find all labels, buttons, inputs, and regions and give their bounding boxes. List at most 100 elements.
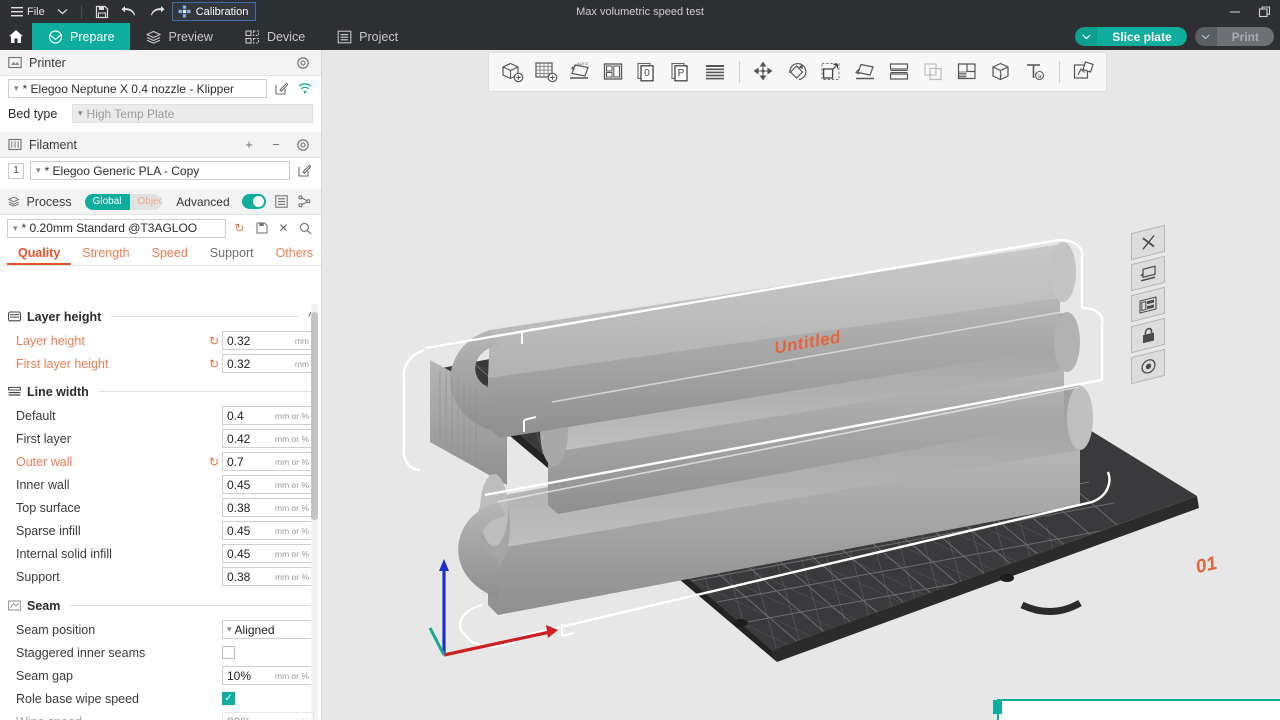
filament-preset-select[interactable]: ▾ * Elegoo Generic PLA - Copy — [30, 161, 290, 180]
reset-param-icon[interactable]: ↻ — [206, 357, 222, 371]
bottom-right-panel[interactable] — [997, 699, 1280, 720]
cut-icon[interactable] — [883, 55, 916, 89]
scope-objects-pill[interactable]: Objects — [130, 194, 163, 210]
scope-global-pill[interactable]: Global — [85, 194, 130, 210]
add-object-icon[interactable] — [495, 55, 528, 89]
mesh-boolean-icon[interactable] — [985, 55, 1018, 89]
slice-options-chevron[interactable] — [1075, 27, 1097, 46]
param-input[interactable]: 0.38 mm or % — [222, 498, 314, 517]
add-filament-button[interactable]: + — [239, 137, 259, 152]
calibration-button[interactable]: Calibration — [172, 2, 257, 21]
print-button[interactable]: Print — [1195, 27, 1274, 46]
reset-param-icon[interactable]: ↻ — [206, 334, 222, 348]
seam-paint-icon[interactable] — [951, 55, 984, 89]
prepare-icon — [48, 30, 63, 44]
slice-plate-button[interactable]: Slice plate — [1075, 27, 1186, 46]
bed-type-select[interactable]: ▾ High Temp Plate — [72, 104, 313, 123]
param-input[interactable]: 0.45 mm or % — [222, 544, 314, 563]
advanced-toggle[interactable] — [242, 194, 267, 209]
move-icon[interactable] — [747, 55, 780, 89]
file-menu-chevron-button[interactable] — [52, 1, 73, 22]
delete-plate-icon[interactable] — [1131, 225, 1165, 260]
scale-icon[interactable] — [815, 55, 848, 89]
tab-device[interactable]: Device — [229, 23, 321, 50]
plate-settings-list-icon[interactable] — [1131, 287, 1165, 322]
preset-diff-button[interactable] — [297, 195, 313, 208]
param-input[interactable]: 0.4 mm or % — [222, 406, 314, 425]
file-menu-button[interactable]: File — [6, 1, 50, 22]
tab-speed[interactable]: Speed — [141, 243, 199, 265]
support-paint-icon[interactable] — [917, 55, 950, 89]
param-input[interactable]: 0.45 mm or % — [222, 521, 314, 540]
reset-preset-button[interactable]: ↻ — [231, 221, 248, 235]
save-preset-button[interactable] — [253, 222, 270, 234]
tab-strength[interactable]: Strength — [71, 243, 140, 265]
save-button[interactable] — [90, 1, 114, 22]
role-base-wipe-speed-checkbox[interactable]: ✓ — [222, 692, 235, 705]
process-scope-toggle[interactable]: Global Objects — [85, 194, 163, 210]
3d-viewport[interactable]: ELEGOO — [322, 50, 1280, 720]
orient-p-icon[interactable]: P — [665, 55, 698, 89]
add-plate-icon[interactable] — [529, 55, 562, 89]
reset-param-icon[interactable]: ↻ — [206, 455, 222, 469]
undo-button[interactable] — [116, 1, 142, 22]
restore-button[interactable] — [1250, 0, 1280, 23]
param-label: Sparse infill — [16, 524, 206, 538]
tab-project[interactable]: Project — [321, 23, 414, 50]
staggered-inner-seams-checkbox[interactable] — [222, 646, 235, 659]
home-button[interactable] — [0, 23, 32, 50]
param-input[interactable]: 0.42 mm or % — [222, 429, 314, 448]
panel-handle[interactable] — [993, 700, 1002, 714]
print-options-chevron[interactable] — [1195, 27, 1217, 46]
3d-scene[interactable]: ELEGOO — [322, 50, 1280, 720]
delete-preset-button[interactable]: ✕ — [275, 221, 292, 235]
param-value: 0.4 — [227, 409, 275, 423]
search-settings-button[interactable] — [297, 222, 314, 235]
param-value: 0.38 — [227, 570, 275, 584]
printer-settings-gear-button[interactable] — [293, 56, 313, 70]
place-on-face-icon[interactable] — [849, 55, 882, 89]
parameters-scrollbar[interactable] — [311, 312, 318, 520]
edit-filament-icon[interactable] — [296, 164, 313, 177]
minimize-button[interactable] — [1220, 0, 1250, 23]
printer-preset-select[interactable]: ▾ * Elegoo Neptune X 0.4 nozzle - Klippe… — [8, 79, 267, 98]
param-input[interactable]: 10% mm or % — [222, 666, 314, 685]
param-input[interactable]: 0.7 mm or % — [222, 452, 314, 471]
tab-support[interactable]: Support — [199, 243, 265, 265]
remove-filament-button[interactable]: − — [266, 137, 286, 152]
layers-icon[interactable] — [699, 55, 732, 89]
tab-others[interactable]: Others — [265, 243, 325, 265]
slice-plate-label: Slice plate — [1097, 27, 1186, 46]
param-label: Layer height — [16, 334, 206, 348]
param-input[interactable]: 0.32 mm — [222, 331, 314, 350]
param-input[interactable]: 0.38 mm or % — [222, 567, 314, 586]
text-tool-icon[interactable]: a — [1019, 55, 1052, 89]
auto-arrange-icon[interactable]: AUTO — [563, 55, 596, 89]
param-row-wipe-speed: Wipe speed 80% mm or % — [0, 710, 322, 720]
edit-printer-icon[interactable] — [273, 82, 290, 95]
filament-icon — [8, 138, 22, 151]
param-input[interactable]: 0.45 mm or % — [222, 475, 314, 494]
group-layer-height-title: Layer height — [27, 310, 101, 324]
lock-plate-icon[interactable] — [1131, 318, 1165, 353]
redo-button[interactable] — [144, 1, 170, 22]
assembly-icon[interactable] — [1067, 55, 1100, 89]
tab-prepare[interactable]: Prepare — [32, 23, 130, 50]
tab-preview-label: Preview — [168, 30, 212, 44]
tab-preview[interactable]: Preview — [130, 23, 228, 50]
tab-quality[interactable]: Quality — [7, 243, 71, 265]
rotate-icon[interactable] — [781, 55, 814, 89]
orient-zero-icon[interactable]: 0 — [631, 55, 664, 89]
param-unit: mm or % — [275, 434, 309, 444]
arrange-plate-icon[interactable] — [1131, 256, 1165, 291]
param-input[interactable]: 0.32 mm — [222, 354, 314, 373]
param-input[interactable]: 80% mm or % — [222, 712, 314, 720]
arrange-layout-icon[interactable] — [597, 55, 630, 89]
filament-settings-gear-button[interactable] — [293, 138, 313, 152]
param-select[interactable]: ▾ Aligned — [222, 620, 314, 639]
compare-presets-button[interactable] — [273, 195, 289, 208]
process-preset-select[interactable]: ▾ * 0.20mm Standard @T3AGLOO — [7, 219, 226, 238]
chevron-down-icon — [1201, 34, 1210, 40]
param-row-top-surface: Top surface 0.38 mm or % — [0, 496, 322, 519]
wifi-status-icon[interactable] — [296, 83, 313, 94]
